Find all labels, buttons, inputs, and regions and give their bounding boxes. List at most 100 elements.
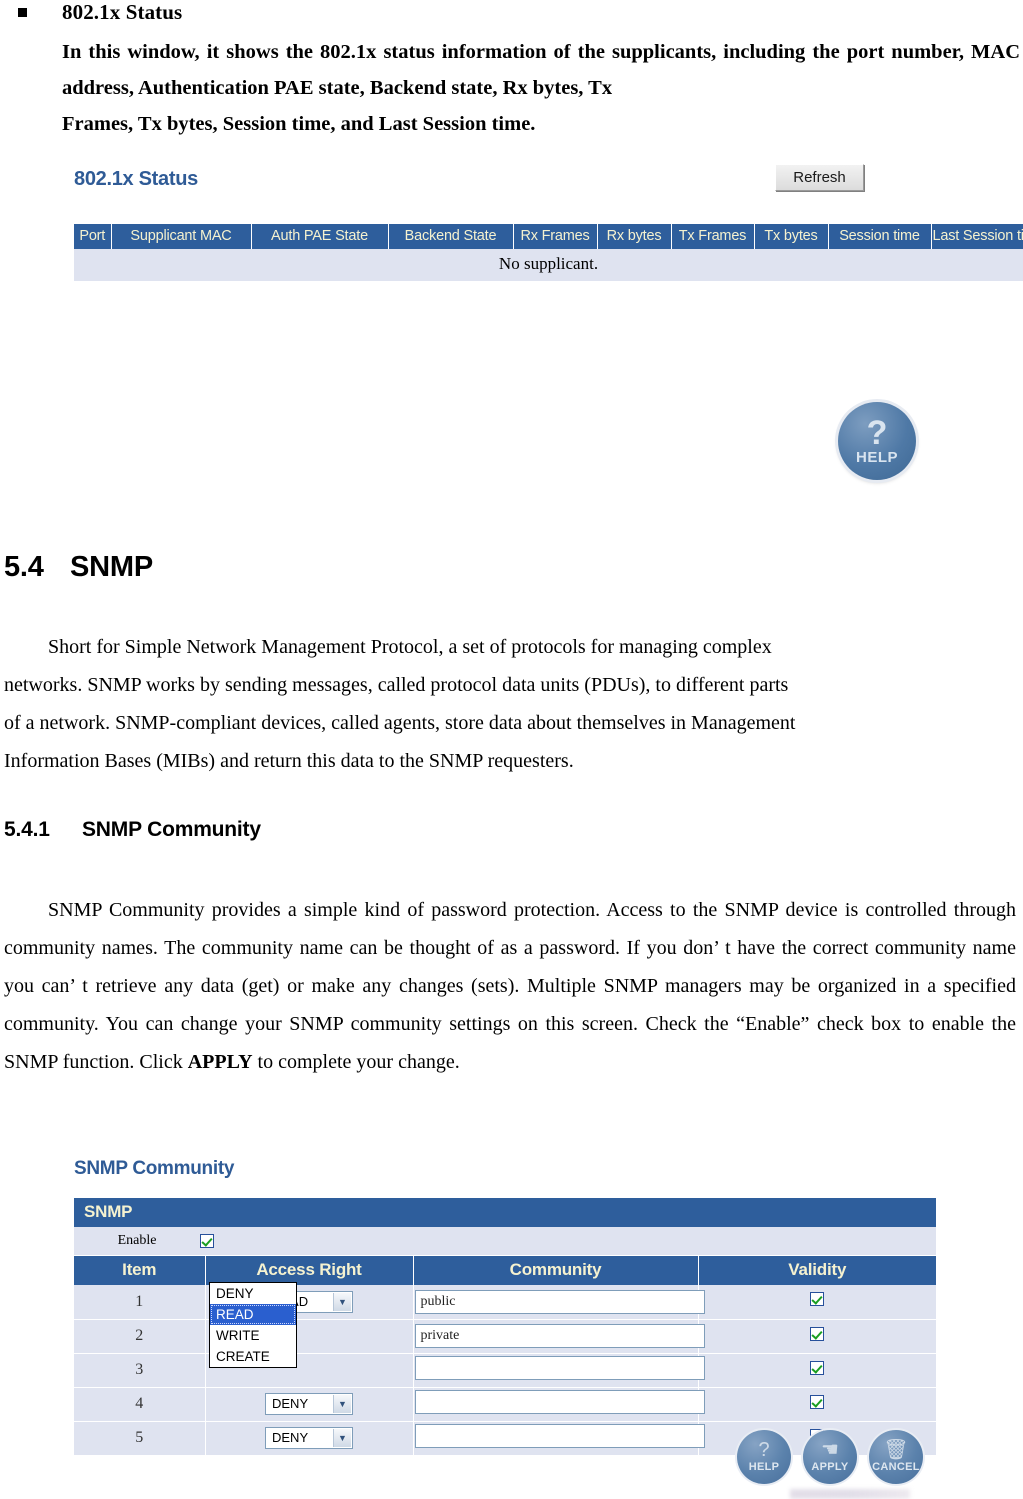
table-row: 3 ▼ bbox=[74, 1353, 936, 1388]
community-input-1[interactable]: public bbox=[414, 1289, 705, 1314]
screenshot-snmp-title: SNMP Community bbox=[74, 1158, 235, 1179]
row-3-item: 3 bbox=[74, 1353, 206, 1388]
row-1-community-cell: public bbox=[413, 1285, 705, 1320]
table-row: 1 READ ▼ public bbox=[74, 1285, 936, 1320]
row-1-validity-cell bbox=[698, 1285, 936, 1320]
row-1-item: 1 bbox=[74, 1285, 206, 1320]
row-4-item: 4 bbox=[74, 1387, 206, 1422]
screenshot-802-status: 802.1x Status Refresh Port Supplicant MA… bbox=[66, 158, 1023, 288]
community-input-3[interactable] bbox=[414, 1355, 705, 1380]
chevron-down-icon: ▼ bbox=[333, 1429, 351, 1447]
intro-paragraph-body: In this window, it shows the 802.1x stat… bbox=[62, 41, 1020, 99]
row-4-access-right-cell: DENY ▼ bbox=[205, 1387, 414, 1422]
table-row: 4 DENY ▼ bbox=[74, 1387, 936, 1422]
col-rx-frames: Rx Frames bbox=[513, 224, 598, 249]
row-5-community-cell bbox=[413, 1421, 705, 1456]
apply-button-label: APPLY bbox=[811, 1460, 849, 1473]
col-backend-state: Backend State bbox=[388, 224, 514, 249]
community-input-2[interactable]: private bbox=[414, 1324, 705, 1348]
heading-5-4-1: 5.4.1 SNMP Community bbox=[4, 818, 261, 842]
trash-can-icon: 🗑 bbox=[883, 1438, 909, 1461]
table-header-row: Port Supplicant MAC Auth PAE State Backe… bbox=[74, 224, 1023, 249]
col-last-session-time: Last Session time bbox=[931, 224, 1023, 249]
snmp-action-buttons: ? HELP ☚ APPLY 🗑 CANCEL bbox=[737, 1430, 923, 1484]
col-rx-bytes: Rx bytes bbox=[597, 224, 672, 249]
paragraph-snmp-intro: Short for Simple Network Management Prot… bbox=[4, 628, 1004, 780]
access-right-dropdown-open[interactable]: DENY READ WRITE CREATE bbox=[209, 1282, 297, 1368]
table-header-row: Item Access Right Community Validity bbox=[74, 1256, 936, 1285]
refresh-button[interactable]: Refresh bbox=[775, 164, 864, 191]
paragraph-snmp-community: SNMP Community provides a simple kind of… bbox=[4, 891, 1016, 1081]
empty-state-message: No supplicant. bbox=[74, 249, 1023, 281]
validity-checkbox-4[interactable] bbox=[810, 1394, 825, 1409]
intro-paragraph-802: In this window, it shows the 802.1x stat… bbox=[62, 34, 1020, 142]
snmp-panel: SNMP Enable Item Access Right Community … bbox=[74, 1198, 936, 1456]
heading-5-4-title: SNMP bbox=[70, 551, 153, 583]
row-5-access-right-cell: DENY ▼ bbox=[205, 1421, 414, 1456]
page-bottom-artifact bbox=[790, 1489, 910, 1499]
help-button-label: HELP bbox=[748, 1460, 780, 1473]
question-mark-icon: ? bbox=[866, 414, 888, 452]
row-4-community-cell bbox=[413, 1387, 705, 1422]
snmp-enable-row: Enable bbox=[74, 1227, 936, 1256]
help-button-snmp[interactable]: ? HELP bbox=[737, 1430, 791, 1484]
access-right-value-5: DENY bbox=[272, 1430, 309, 1445]
dropdown-option-deny[interactable]: DENY bbox=[210, 1283, 296, 1304]
community-input-5[interactable] bbox=[414, 1423, 705, 1448]
table-row: 2 ▼ private bbox=[74, 1319, 936, 1354]
bullet-title-802: 802.1x Status bbox=[62, 0, 183, 24]
community-input-4[interactable] bbox=[414, 1389, 705, 1414]
row-2-validity-cell bbox=[698, 1319, 936, 1354]
question-mark-icon: ? bbox=[758, 1438, 770, 1461]
col-auth-pae-state: Auth PAE State bbox=[251, 224, 389, 249]
access-right-select-4[interactable]: DENY ▼ bbox=[265, 1393, 353, 1415]
row-4-validity-cell bbox=[698, 1387, 936, 1422]
access-right-value-4: DENY bbox=[272, 1396, 309, 1411]
row-3-community-cell bbox=[413, 1353, 705, 1388]
validity-checkbox-3[interactable] bbox=[810, 1360, 825, 1375]
community-text-main: SNMP Community provides a simple kind of… bbox=[4, 899, 1016, 1073]
col-item: Item bbox=[74, 1256, 206, 1285]
cancel-button[interactable]: 🗑 CANCEL bbox=[869, 1430, 923, 1484]
heading-5-4: 5.4 SNMP bbox=[4, 551, 153, 584]
snmp-line3: of a network. SNMP-compliant devices, ca… bbox=[4, 712, 796, 734]
row-5-item: 5 bbox=[74, 1421, 206, 1456]
row-2-item: 2 bbox=[74, 1319, 206, 1354]
col-supplicant-mac: Supplicant MAC bbox=[111, 224, 252, 249]
col-community: Community bbox=[413, 1256, 699, 1285]
snmp-enable-checkbox[interactable] bbox=[200, 1234, 214, 1248]
col-validity: Validity bbox=[698, 1256, 936, 1285]
dropdown-option-create[interactable]: CREATE bbox=[210, 1346, 296, 1367]
screenshot-802-title: 802.1x Status bbox=[74, 168, 198, 190]
snmp-enable-label: Enable bbox=[117, 1233, 157, 1248]
dropdown-option-read[interactable]: READ bbox=[210, 1304, 296, 1325]
community-text-tail: to complete your change. bbox=[252, 1051, 460, 1073]
help-button-802[interactable]: ? HELP bbox=[838, 402, 916, 480]
snmp-community-table: Item Access Right Community Validity 1 R… bbox=[74, 1256, 936, 1456]
access-right-select-5[interactable]: DENY ▼ bbox=[265, 1427, 353, 1449]
snmp-line1: Short for Simple Network Management Prot… bbox=[48, 636, 772, 658]
cancel-button-label: CANCEL bbox=[872, 1460, 920, 1473]
square-bullet-icon bbox=[18, 8, 27, 17]
heading-5-4-1-number: 5.4.1 bbox=[4, 818, 50, 841]
validity-checkbox-1[interactable] bbox=[810, 1292, 825, 1307]
chevron-down-icon: ▼ bbox=[333, 1395, 351, 1413]
col-access-right: Access Right bbox=[205, 1256, 414, 1285]
apply-button[interactable]: ☚ APPLY bbox=[803, 1430, 857, 1484]
col-port: Port bbox=[74, 224, 112, 249]
hand-pointer-icon: ☚ bbox=[821, 1438, 839, 1461]
heading-5-4-1-title: SNMP Community bbox=[82, 818, 261, 841]
col-tx-bytes: Tx bytes bbox=[754, 224, 829, 249]
validity-checkbox-2[interactable] bbox=[810, 1326, 825, 1341]
col-session-time: Session time bbox=[828, 224, 932, 249]
heading-5-4-number: 5.4 bbox=[4, 551, 44, 583]
col-tx-frames: Tx Frames bbox=[671, 224, 755, 249]
row-2-community-cell: private bbox=[413, 1319, 705, 1354]
dropdown-option-write[interactable]: WRITE bbox=[210, 1325, 296, 1346]
help-button-label: HELP bbox=[855, 449, 898, 466]
chevron-down-icon: ▼ bbox=[333, 1292, 351, 1311]
intro-paragraph-lastline: Frames, Tx bytes, Session time, and Last… bbox=[62, 113, 536, 135]
apply-bold-word: APPLY bbox=[187, 1051, 253, 1073]
snmp-panel-header: SNMP bbox=[74, 1198, 936, 1227]
row-3-validity-cell bbox=[698, 1353, 936, 1388]
